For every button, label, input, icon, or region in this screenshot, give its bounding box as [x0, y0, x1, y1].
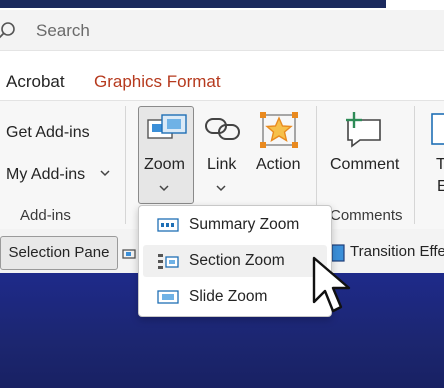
menu-item-summary-zoom[interactable]: Summary Zoom	[143, 209, 327, 241]
menu-item-slide-zoom[interactable]: Slide Zoom	[143, 281, 327, 313]
zoom-icon	[146, 112, 188, 149]
chevron-down-icon[interactable]	[215, 180, 227, 198]
link-label[interactable]: Link	[207, 156, 236, 174]
summary-zoom-icon	[157, 217, 179, 238]
group-label-comments: Comments	[330, 207, 403, 224]
group-label-add-ins: Add-ins	[20, 207, 71, 224]
search-icon	[0, 21, 20, 46]
section-zoom-icon	[157, 253, 179, 276]
overflow-icon[interactable]	[430, 112, 444, 151]
partial-icon	[122, 247, 136, 265]
slide-zoom-icon	[157, 289, 179, 310]
zoom-dropdown-menu: Summary Zoom Section Zoom Slide Zoom	[138, 205, 332, 317]
selection-pane-button[interactable]: Selection Pane	[0, 236, 118, 270]
tab-graphics-format[interactable]: Graphics Format	[94, 72, 221, 92]
action-star-icon[interactable]	[260, 112, 298, 153]
chevron-down-icon[interactable]	[99, 166, 111, 184]
action-label[interactable]: Action	[256, 156, 300, 174]
menu-label: Slide Zoom	[189, 288, 268, 305]
title-bar	[0, 0, 444, 10]
overflow-label-2[interactable]: E	[437, 178, 444, 196]
menu-label: Section Zoom	[189, 252, 285, 269]
transition-effects-button[interactable]: Transition Effe	[350, 243, 444, 260]
tab-acrobat[interactable]: Acrobat	[6, 72, 65, 92]
comment-label[interactable]: Comment	[330, 156, 399, 174]
chevron-down-icon	[158, 180, 170, 198]
get-add-ins-button[interactable]: Get Add-ins	[6, 124, 90, 142]
mouse-cursor-icon	[312, 256, 360, 321]
menu-item-section-zoom[interactable]: Section Zoom	[143, 245, 327, 277]
link-icon[interactable]	[204, 113, 242, 150]
overflow-label-1[interactable]: T	[436, 156, 444, 174]
menu-label: Summary Zoom	[189, 216, 300, 233]
my-add-ins-button[interactable]: My Add-ins	[6, 166, 85, 184]
comment-icon[interactable]	[340, 110, 384, 153]
zoom-label: Zoom	[144, 156, 185, 173]
search-placeholder[interactable]: Search	[36, 21, 90, 41]
